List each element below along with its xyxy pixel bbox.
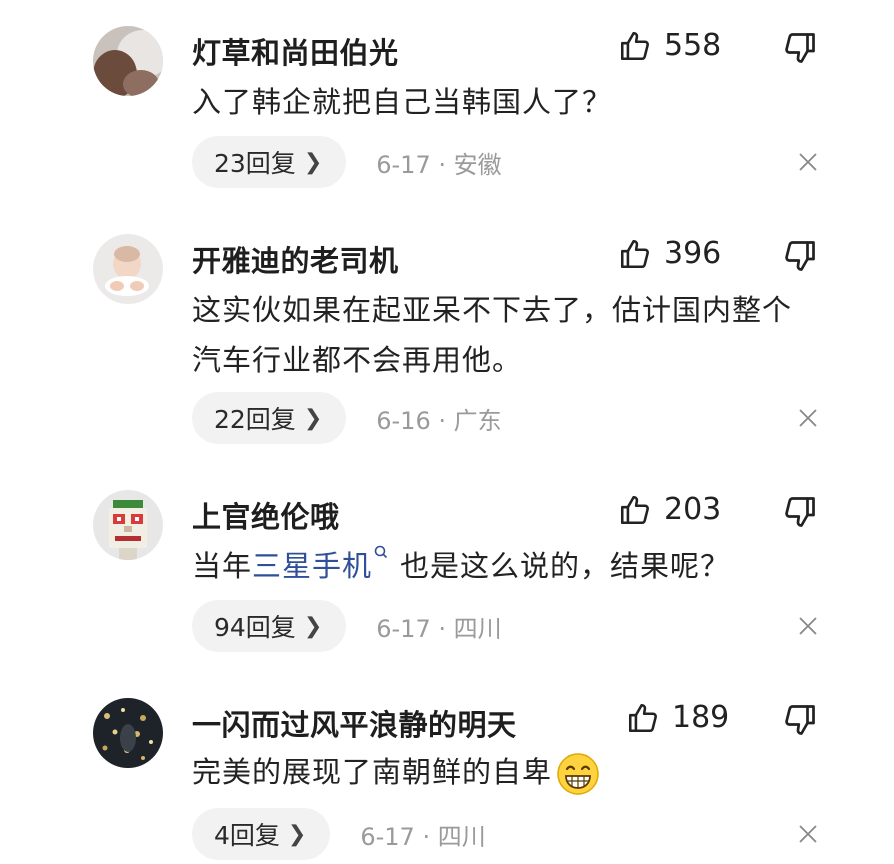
thumbs-down-icon [785,33,815,63]
close-button[interactable] [796,406,820,430]
date-location: 6-17 · 四川 [360,822,486,851]
chevron-right-icon: ❯ [303,149,323,175]
replies-button[interactable]: 22回复 ❯ [192,392,347,444]
username[interactable]: 上官绝伦哦 [192,494,340,536]
close-icon [799,617,817,635]
date-location: 6-16 · 广东 [376,406,502,435]
like-count: 396 [664,236,722,271]
avatar[interactable] [93,26,163,96]
replies-count: 94回复 [214,613,296,642]
thumbs-up-icon [620,31,649,60]
thumbs-up-icon [620,239,649,268]
close-button[interactable] [796,150,820,174]
username[interactable]: 灯草和尚田伯光 [192,30,399,72]
search-icon[interactable] [374,544,388,564]
dislike-button[interactable] [782,494,818,530]
comment-text: 完美的展现了南朝鲜的自卑 [192,750,832,796]
replies-button[interactable]: 94回复 ❯ [192,600,347,652]
like-button[interactable]: 396 [618,236,721,271]
replies-button[interactable]: 4回复 ❯ [192,808,331,860]
chevron-right-icon: ❯ [303,613,323,639]
comment-text-before: 当年 [192,549,253,583]
avatar[interactable] [93,698,163,768]
thumbs-up-icon [620,495,649,524]
username[interactable]: 一闪而过风平浪静的明天 [192,702,517,744]
avatar[interactable] [93,234,163,304]
comment-meta: 23回复 ❯ 6-17 · 安徽 [192,136,502,188]
close-button[interactable] [796,614,820,638]
replies-count: 23回复 [214,149,296,178]
comment-text: 入了韩企就把自己当韩国人了？ [192,85,613,119]
replies-count: 22回复 [214,405,296,434]
comment-text: 当年三星手机 也是这么说的，结果呢？ [192,544,832,588]
close-icon [799,153,817,171]
comment-text-line: 这实伙如果在起亚呆不下去了，估计国内整个 [192,293,793,327]
close-button[interactable] [796,822,820,846]
avatar[interactable] [93,490,163,560]
like-button[interactable]: 189 [626,700,729,735]
grin-emoji-icon [557,753,599,795]
like-button[interactable]: 203 [618,492,721,527]
comment-text-line: 汽车行业都不会再用他。 [192,343,523,377]
thumbs-down-icon [785,241,815,271]
chevron-right-icon: ❯ [287,821,307,847]
comment-meta: 22回复 ❯ 6-16 · 广东 [192,392,502,444]
comment-meta: 4回复 ❯ 6-17 · 四川 [192,808,486,860]
thumbs-down-icon [785,497,815,527]
comment-text-body: 完美的展现了南朝鲜的自卑 [192,755,553,789]
search-link[interactable]: 三星手机 [252,549,372,583]
like-count: 203 [664,492,722,527]
dislike-button[interactable] [782,238,818,274]
dislike-button[interactable] [782,702,818,738]
close-icon [799,409,817,427]
comment-meta: 94回复 ❯ 6-17 · 四川 [192,600,502,652]
comment-text: 这实伙如果在起亚呆不下去了，估计国内整个 汽车行业都不会再用他。 [192,288,832,382]
dislike-button[interactable] [782,30,818,66]
replies-count: 4回复 [214,821,280,850]
comment-text-after: 也是这么说的，结果呢？ [400,549,731,583]
chevron-right-icon: ❯ [303,405,323,431]
date-location: 6-17 · 安徽 [376,150,502,179]
thumbs-down-icon [785,705,815,735]
thumbs-up-icon [628,703,657,732]
like-count: 189 [672,700,730,735]
close-icon [799,825,817,843]
username[interactable]: 开雅迪的老司机 [192,238,399,280]
replies-button[interactable]: 23回复 ❯ [192,136,347,188]
date-location: 6-17 · 四川 [376,614,502,643]
like-button[interactable]: 558 [618,28,721,63]
like-count: 558 [664,28,722,63]
